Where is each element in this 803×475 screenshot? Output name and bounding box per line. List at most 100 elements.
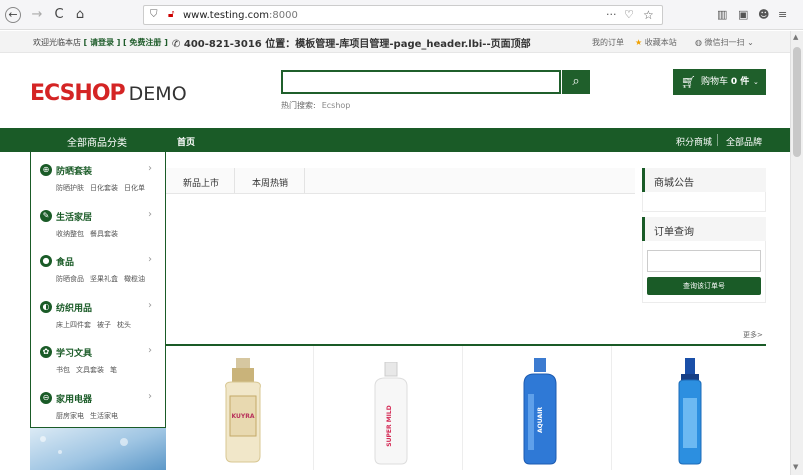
category-item[interactable]: ● 食品 › 防晒食品 坚果礼盒 橄榄油 [31,245,165,291]
category-item[interactable]: ✎ 生活家居 › 收纳整包 餐具套装 [31,200,165,246]
subcategory-link[interactable]: 枕头 [117,321,131,329]
browser-toolbar: ← → C ⌂ ⛉ 🔓︎ www.testing.com:8000 ··· ♡ … [0,0,803,30]
product-image[interactable]: SUPER MILD [371,362,411,466]
nav-divider [717,134,718,146]
nav-home[interactable]: 首页 [177,135,195,148]
category-subs: 防晒护肤 日化套装 日化单 [56,183,151,193]
category-subs: 厨房家电 生活家电 [56,411,124,421]
category-title[interactable]: 防晒套装 [56,164,92,177]
subcategory-link[interactable]: 笔 [110,366,117,374]
category-item[interactable]: ✿ 学习文具 › 书包 文具套装笔 [31,336,165,382]
scroll-up-icon[interactable]: ▲ [793,33,798,41]
category-item[interactable]: ⊕ 防晒套装 › 防晒护肤 日化套装 日化单 [31,154,165,200]
phone-info: ✆ 400-821-3016 位置：模板管理-库项目管理-page_header… [172,39,531,50]
main-nav: 全部商品分类 首页 积分商城 全部品牌 [0,128,790,152]
nav-all-brands[interactable]: 全部品牌 [726,135,762,148]
shield-icon[interactable]: ⛉ [150,9,158,20]
url-text[interactable]: www.testing.com:8000 [183,10,298,21]
subcategory-link[interactable]: 床上四件套 [56,321,91,329]
tab-divider [234,168,235,193]
product-image[interactable] [673,358,707,466]
order-query-button[interactable]: 查询该订单号 [647,277,761,295]
subcategory-link[interactable]: 防晒护肤 [56,184,84,192]
category-item[interactable]: ⊖ 家用电器 › 厨房家电 生活家电 [31,382,165,428]
category-item[interactable]: ◐ 纺织用品 › 床上四件套 被子 枕头 [31,291,165,337]
site-logo[interactable]: ECSHOP DEMO [30,81,187,106]
wechat-link[interactable]: ◍ 微信扫一扫 ⌄ [695,37,754,48]
wechat-icon: ◍ [695,38,702,47]
library-icon[interactable]: ▥ [717,8,727,21]
notice-body [642,192,766,212]
scroll-thumb[interactable] [793,47,801,157]
subcategory-link[interactable]: 书包 [56,366,70,374]
all-categories-button[interactable]: 全部商品分类 [67,134,127,149]
product-card[interactable]: AQUAIR [464,346,612,470]
subcategory-link[interactable]: 日化套装 [90,184,118,192]
category-title[interactable]: 学习文具 [56,346,92,359]
page-actions-button[interactable]: ··· [606,8,617,21]
hot-keyword-link[interactable]: Ecshop [322,101,351,110]
insecure-lock-icon[interactable]: 🔓︎ [168,9,174,20]
cart-button[interactable]: 🛒︎ 购物车 0 件 ⌄ [673,69,766,95]
login-link[interactable]: [ 请登录 ] [84,38,121,47]
category-title[interactable]: 生活家居 [56,210,92,223]
category-menu: ⊕ 防晒套装 › 防晒护肤 日化套装 日化单 ✎ 生活家居 › 收纳整包 餐具套装 ● 食品 › 防晒食品坚… [30,152,166,428]
reload-button[interactable]: C [51,7,67,23]
subcategory-link[interactable]: 文具套装 [76,366,104,374]
subcategory-link[interactable]: 生活家电 [90,412,118,420]
bookmark-star-icon[interactable]: ☆ [643,8,654,22]
pocket-icon[interactable]: ♡ [624,8,634,21]
register-link[interactable]: [ 免费注册 ] [123,38,168,47]
tab-weekly-hot[interactable]: 本周热销 [252,176,288,189]
sidebar-icon[interactable]: ▣ [738,8,748,21]
apple-icon: ● [40,255,52,268]
search-input[interactable] [281,70,561,94]
category-title[interactable]: 家用电器 [56,392,92,405]
product-label: KUYRA [231,413,254,420]
promo-banner[interactable] [30,428,166,470]
back-button[interactable]: ← [5,7,21,23]
category-title[interactable]: 纺织用品 [56,301,92,314]
product-card[interactable]: KUYRA [166,346,314,470]
appliance-icon: ⊖ [40,392,52,404]
textile-icon: ◐ [40,300,52,313]
page-scrollbar[interactable]: ▲ ▼ [790,31,803,475]
my-orders-link[interactable]: 我的订单 [592,37,624,48]
account-icon[interactable]: ☻ [758,8,769,21]
category-subs: 防晒食品 坚果礼盒 橄榄油 [56,274,151,284]
menu-icon[interactable]: ≡ [778,8,787,21]
chevron-right-icon: › [148,299,152,311]
tab-new-arrivals[interactable]: 新品上市 [183,176,219,189]
product-card[interactable] [613,346,761,470]
product-card[interactable]: SUPER MILD [315,346,463,470]
product-image[interactable]: KUYRA [220,358,266,464]
subcategory-link[interactable]: 日化单 [124,184,145,192]
favorite-link[interactable]: ★ 收藏本站 [635,37,677,48]
product-label: SUPER MILD [386,405,393,446]
chevron-right-icon: › [148,345,152,357]
nav-points-mall[interactable]: 积分商城 [676,135,712,148]
scroll-down-icon[interactable]: ▼ [793,463,798,471]
subcategory-link[interactable]: 防晒食品 [56,275,84,283]
chevron-right-icon: › [148,208,152,220]
subcategory-link[interactable]: 橄榄油 [124,275,145,283]
search-button[interactable]: ⌕ [562,70,590,94]
cart-icon: 🛒︎ [681,75,697,89]
banner-droplet [120,438,128,446]
home-button[interactable]: ⌂ [72,7,88,23]
more-link[interactable]: 更多> [743,330,763,340]
order-query-header: 订单查询 [642,217,766,241]
subcategory-link[interactable]: 厨房家电 [56,412,84,420]
subcategory-link[interactable]: 餐具套装 [90,230,118,238]
order-number-input[interactable] [647,250,761,272]
subcategory-link[interactable]: 坚果礼盒 [90,275,118,283]
subcategory-link[interactable]: 收纳整包 [56,230,84,238]
forward-button[interactable]: → [29,7,45,23]
url-bar[interactable]: ⛉ 🔓︎ www.testing.com:8000 ··· ♡ ☆ [143,5,663,25]
subcategory-link[interactable]: 被子 [97,321,111,329]
product-tabs: 新品上市 本周热销 [166,168,635,194]
product-image[interactable]: AQUAIR [520,358,560,466]
category-title[interactable]: 食品 [56,255,74,268]
books-icon: ✿ [40,346,52,359]
search-icon: ⌕ [572,74,580,89]
